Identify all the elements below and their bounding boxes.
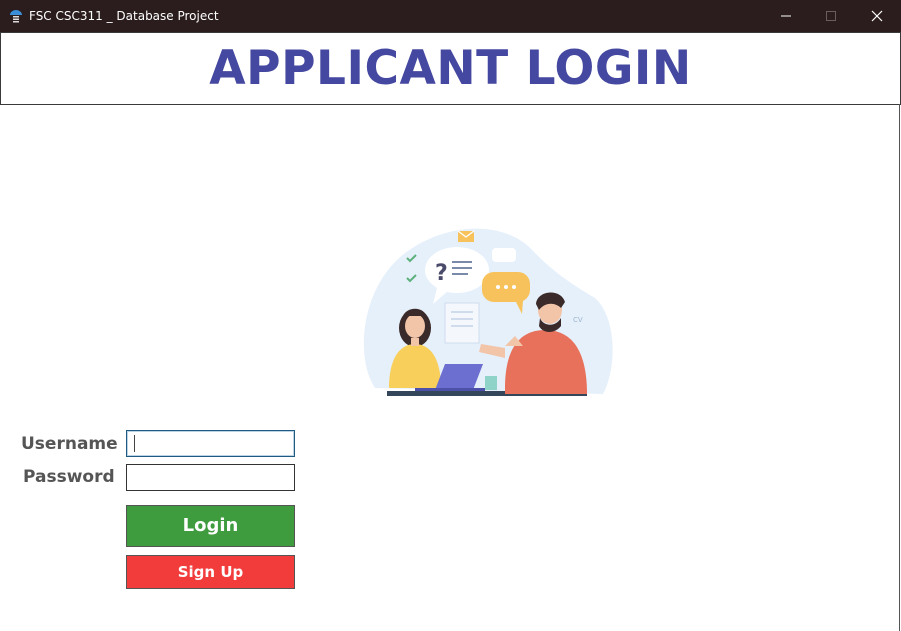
svg-text:?: ? xyxy=(435,261,448,286)
username-input[interactable] xyxy=(126,430,295,457)
two-people-conversation-illustration: ? CV xyxy=(355,218,615,398)
svg-text:CV: CV xyxy=(573,316,583,324)
header-banner: APPLICANT LOGIN xyxy=(0,32,901,105)
maximize-button[interactable] xyxy=(808,0,854,32)
text-caret xyxy=(134,435,135,452)
close-icon xyxy=(871,10,883,22)
window-right-border xyxy=(899,104,900,631)
minimize-button[interactable] xyxy=(763,0,809,32)
username-label: Username xyxy=(21,434,118,454)
password-label: Password xyxy=(23,467,115,487)
maximize-icon xyxy=(826,11,836,21)
password-input[interactable] xyxy=(126,464,295,491)
login-button[interactable]: Login xyxy=(126,505,295,547)
minimize-icon xyxy=(781,15,791,17)
window-title: FSC CSC311 _ Database Project xyxy=(29,9,219,23)
window-titlebar: FSC CSC311 _ Database Project xyxy=(0,0,901,32)
close-button[interactable] xyxy=(854,0,900,32)
sign-up-button[interactable]: Sign Up xyxy=(126,555,295,589)
app-icon xyxy=(8,8,24,24)
page-title: APPLICANT LOGIN xyxy=(209,41,692,96)
